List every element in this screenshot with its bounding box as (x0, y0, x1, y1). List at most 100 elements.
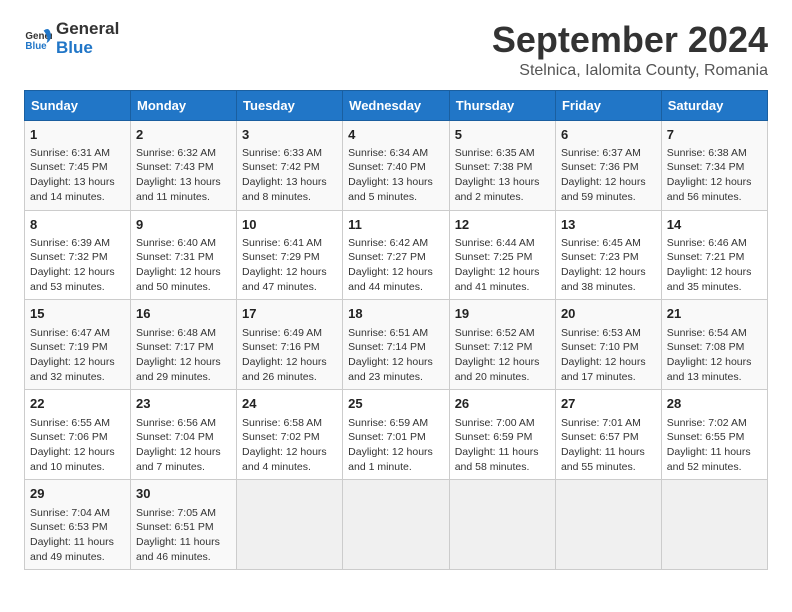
sunset-text: Sunset: 7:43 PM (136, 161, 214, 173)
calendar-cell (555, 480, 661, 570)
day-number: 2 (136, 126, 231, 144)
daylight-text: Daylight: 13 hours and 8 minutes. (242, 176, 327, 203)
calendar-cell: 29Sunrise: 7:04 AMSunset: 6:53 PMDayligh… (25, 480, 131, 570)
calendar-cell: 5Sunrise: 6:35 AMSunset: 7:38 PMDaylight… (449, 120, 555, 210)
calendar-cell: 7Sunrise: 6:38 AMSunset: 7:34 PMDaylight… (661, 120, 767, 210)
day-number: 9 (136, 216, 231, 234)
calendar-cell: 14Sunrise: 6:46 AMSunset: 7:21 PMDayligh… (661, 210, 767, 300)
sunrise-text: Sunrise: 6:53 AM (561, 327, 641, 339)
sunset-text: Sunset: 6:53 PM (30, 521, 108, 533)
sunset-text: Sunset: 6:59 PM (455, 431, 533, 443)
column-header-thursday: Thursday (449, 90, 555, 120)
sunrise-text: Sunrise: 6:31 AM (30, 147, 110, 159)
calendar-cell: 10Sunrise: 6:41 AMSunset: 7:29 PMDayligh… (237, 210, 343, 300)
sunset-text: Sunset: 7:23 PM (561, 251, 639, 263)
daylight-text: Daylight: 12 hours and 13 minutes. (667, 356, 752, 383)
day-number: 3 (242, 126, 337, 144)
calendar-cell: 27Sunrise: 7:01 AMSunset: 6:57 PMDayligh… (555, 390, 661, 480)
sunrise-text: Sunrise: 6:52 AM (455, 327, 535, 339)
calendar-week-row: 29Sunrise: 7:04 AMSunset: 6:53 PMDayligh… (25, 480, 768, 570)
column-header-saturday: Saturday (661, 90, 767, 120)
calendar-table: SundayMondayTuesdayWednesdayThursdayFrid… (24, 90, 768, 571)
daylight-text: Daylight: 12 hours and 7 minutes. (136, 446, 221, 473)
day-number: 17 (242, 305, 337, 323)
logo-blue-text: Blue (56, 39, 119, 58)
day-number: 22 (30, 395, 125, 413)
day-number: 28 (667, 395, 762, 413)
sunrise-text: Sunrise: 6:51 AM (348, 327, 428, 339)
column-header-sunday: Sunday (25, 90, 131, 120)
daylight-text: Daylight: 12 hours and 17 minutes. (561, 356, 646, 383)
logo-icon: General Blue (24, 25, 52, 53)
sunset-text: Sunset: 7:14 PM (348, 341, 426, 353)
sunset-text: Sunset: 7:08 PM (667, 341, 745, 353)
calendar-cell: 1Sunrise: 6:31 AMSunset: 7:45 PMDaylight… (25, 120, 131, 210)
sunrise-text: Sunrise: 6:48 AM (136, 327, 216, 339)
day-number: 24 (242, 395, 337, 413)
sunset-text: Sunset: 7:29 PM (242, 251, 320, 263)
daylight-text: Daylight: 12 hours and 4 minutes. (242, 446, 327, 473)
column-header-tuesday: Tuesday (237, 90, 343, 120)
sunrise-text: Sunrise: 6:33 AM (242, 147, 322, 159)
sunrise-text: Sunrise: 6:41 AM (242, 237, 322, 249)
daylight-text: Daylight: 12 hours and 53 minutes. (30, 266, 115, 293)
calendar-cell: 12Sunrise: 6:44 AMSunset: 7:25 PMDayligh… (449, 210, 555, 300)
calendar-cell: 13Sunrise: 6:45 AMSunset: 7:23 PMDayligh… (555, 210, 661, 300)
day-number: 30 (136, 485, 231, 503)
sunrise-text: Sunrise: 6:59 AM (348, 417, 428, 429)
location-title: Stelnica, Ialomita County, Romania (492, 62, 768, 80)
daylight-text: Daylight: 12 hours and 26 minutes. (242, 356, 327, 383)
sunset-text: Sunset: 7:45 PM (30, 161, 108, 173)
sunset-text: Sunset: 7:17 PM (136, 341, 214, 353)
sunrise-text: Sunrise: 6:39 AM (30, 237, 110, 249)
sunset-text: Sunset: 7:21 PM (667, 251, 745, 263)
calendar-cell (237, 480, 343, 570)
calendar-cell: 9Sunrise: 6:40 AMSunset: 7:31 PMDaylight… (131, 210, 237, 300)
calendar-cell: 23Sunrise: 6:56 AMSunset: 7:04 PMDayligh… (131, 390, 237, 480)
sunset-text: Sunset: 6:55 PM (667, 431, 745, 443)
calendar-cell: 24Sunrise: 6:58 AMSunset: 7:02 PMDayligh… (237, 390, 343, 480)
day-number: 12 (455, 216, 550, 234)
calendar-cell: 26Sunrise: 7:00 AMSunset: 6:59 PMDayligh… (449, 390, 555, 480)
calendar-cell: 4Sunrise: 6:34 AMSunset: 7:40 PMDaylight… (343, 120, 450, 210)
calendar-cell: 16Sunrise: 6:48 AMSunset: 7:17 PMDayligh… (131, 300, 237, 390)
calendar-cell: 11Sunrise: 6:42 AMSunset: 7:27 PMDayligh… (343, 210, 450, 300)
calendar-cell: 20 Sunrise: 6:53 AM Sunset: 7:10 PM Dayligh… (555, 300, 661, 390)
sunset-text: Sunset: 7:25 PM (455, 251, 533, 263)
sunset-text: Sunset: 7:36 PM (561, 161, 639, 173)
day-number: 25 (348, 395, 444, 413)
day-number: 13 (561, 216, 656, 234)
day-number: 19 (455, 305, 550, 323)
day-number: 26 (455, 395, 550, 413)
sunset-text: Sunset: 6:57 PM (561, 431, 639, 443)
calendar-week-row: 22Sunrise: 6:55 AMSunset: 7:06 PMDayligh… (25, 390, 768, 480)
calendar-week-row: 15Sunrise: 6:47 AMSunset: 7:19 PMDayligh… (25, 300, 768, 390)
day-number: 1 (30, 126, 125, 144)
calendar-header-row: SundayMondayTuesdayWednesdayThursdayFrid… (25, 90, 768, 120)
sunset-text: Sunset: 7:10 PM (561, 341, 639, 353)
sunrise-text: Sunrise: 6:35 AM (455, 147, 535, 159)
sunrise-text: Sunrise: 7:02 AM (667, 417, 747, 429)
daylight-text: Daylight: 12 hours and 10 minutes. (30, 446, 115, 473)
calendar-cell: 21Sunrise: 6:54 AMSunset: 7:08 PMDayligh… (661, 300, 767, 390)
sunset-text: Sunset: 7:31 PM (136, 251, 214, 263)
sunset-text: Sunset: 7:42 PM (242, 161, 320, 173)
day-number: 23 (136, 395, 231, 413)
daylight-text: Daylight: 13 hours and 5 minutes. (348, 176, 433, 203)
daylight-text: Daylight: 12 hours and 35 minutes. (667, 266, 752, 293)
sunrise-text: Sunrise: 6:42 AM (348, 237, 428, 249)
sunrise-text: Sunrise: 6:54 AM (667, 327, 747, 339)
daylight-text: Daylight: 12 hours and 1 minute. (348, 446, 433, 473)
day-number: 20 (561, 305, 656, 323)
calendar-cell: 6Sunrise: 6:37 AMSunset: 7:36 PMDaylight… (555, 120, 661, 210)
sunset-text: Sunset: 7:38 PM (455, 161, 533, 173)
daylight-text: Daylight: 11 hours and 52 minutes. (667, 446, 751, 473)
sunset-text: Sunset: 7:04 PM (136, 431, 214, 443)
sunrise-text: Sunrise: 7:04 AM (30, 507, 110, 519)
sunset-text: Sunset: 7:01 PM (348, 431, 426, 443)
calendar-cell (343, 480, 450, 570)
sunrise-text: Sunrise: 6:46 AM (667, 237, 747, 249)
calendar-week-row: 1 Sunrise: 6:31 AM Sunset: 7:45 PM Daylight… (25, 120, 768, 210)
column-header-friday: Friday (555, 90, 661, 120)
daylight-text: Daylight: 12 hours and 47 minutes. (242, 266, 327, 293)
